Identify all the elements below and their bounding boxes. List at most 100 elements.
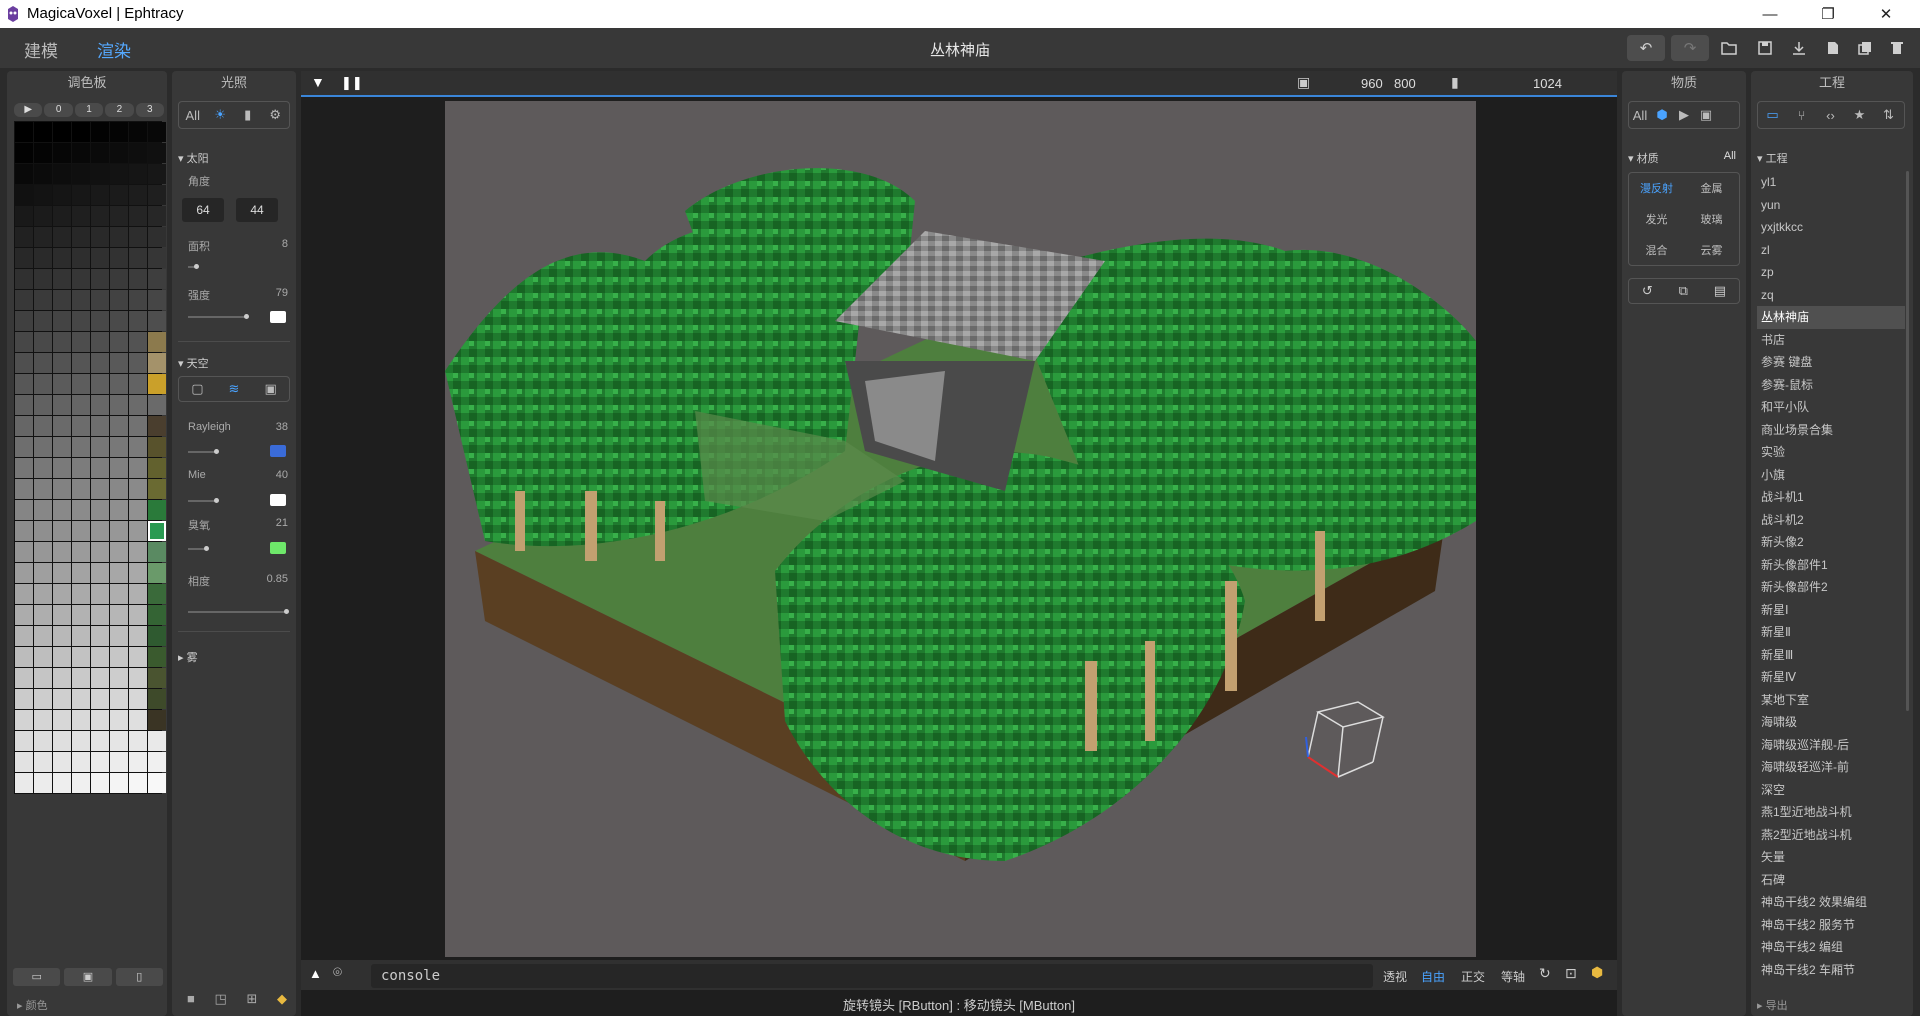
material-diffuse[interactable]: 漫反射: [1640, 180, 1673, 196]
palette-swatch[interactable]: [148, 227, 166, 247]
palette-swatch[interactable]: [15, 185, 33, 205]
view-free[interactable]: 自由: [1421, 968, 1445, 985]
ozone-slider[interactable]: [188, 546, 209, 551]
palette-swatch[interactable]: [110, 311, 128, 331]
image-icon[interactable]: ▣: [1297, 74, 1310, 91]
palette-swatch[interactable]: [72, 122, 90, 142]
rayleigh-value[interactable]: 38: [276, 421, 288, 433]
palette-swatch[interactable]: [129, 521, 147, 541]
palette-swatch[interactable]: [34, 311, 52, 331]
palette-swatch[interactable]: [110, 269, 128, 289]
palette-swatch[interactable]: [34, 479, 52, 499]
palette-swatch[interactable]: [148, 584, 166, 604]
mie-slider-knob[interactable]: [214, 498, 219, 503]
palette-swatch[interactable]: [34, 647, 52, 667]
palette-swatch[interactable]: [129, 584, 147, 604]
project-list-item[interactable]: 参赛 键盘: [1757, 351, 1905, 374]
palette-swatch[interactable]: [148, 521, 166, 541]
palette-swatch[interactable]: [129, 374, 147, 394]
video-camera-icon[interactable]: ▶: [1673, 107, 1695, 123]
palette-swatch[interactable]: [110, 521, 128, 541]
palette-swatch[interactable]: [34, 584, 52, 604]
project-list-item[interactable]: yxjtkkcc: [1757, 216, 1905, 239]
palette-swatch[interactable]: [15, 647, 33, 667]
palette-swatch[interactable]: [148, 416, 166, 436]
sky-flat-icon[interactable]: ▢: [179, 381, 216, 397]
palette-swatch[interactable]: [129, 458, 147, 478]
intensity-slider-knob[interactable]: [244, 314, 249, 319]
palette-tab-2[interactable]: 2: [105, 103, 134, 117]
palette-swatch[interactable]: [148, 542, 166, 562]
palette-swatch[interactable]: [34, 185, 52, 205]
palette-swatch[interactable]: [91, 668, 109, 688]
palette-save-icon[interactable]: ▣: [64, 968, 112, 986]
tab-render[interactable]: 渲染: [97, 37, 131, 62]
palette-swatch[interactable]: [72, 500, 90, 520]
palette-swatch[interactable]: [53, 500, 71, 520]
palette-swatch[interactable]: [148, 311, 166, 331]
palette-swatch[interactable]: [72, 227, 90, 247]
palette-swatch[interactable]: [53, 773, 71, 793]
palette-swatch[interactable]: [72, 290, 90, 310]
palette-swatch[interactable]: [34, 731, 52, 751]
palette-swatch[interactable]: [148, 689, 166, 709]
palette-swatch[interactable]: [72, 164, 90, 184]
palette-swatch[interactable]: [15, 773, 33, 793]
view-perspective[interactable]: 透视: [1383, 968, 1407, 985]
pause-icon[interactable]: ❚❚: [341, 75, 363, 91]
palette-swatch[interactable]: [34, 605, 52, 625]
palette-tab-play[interactable]: ▶: [14, 103, 43, 117]
palette-swatch[interactable]: [110, 542, 128, 562]
palette-swatch[interactable]: [53, 269, 71, 289]
palette-swatch[interactable]: [53, 248, 71, 268]
palette-swatch[interactable]: [129, 290, 147, 310]
palette-swatch[interactable]: [72, 752, 90, 772]
star-icon[interactable]: ★: [1845, 107, 1874, 123]
palette-swatch[interactable]: [53, 458, 71, 478]
project-list-item[interactable]: 新头像2: [1757, 531, 1905, 554]
palette-swatch[interactable]: [148, 731, 166, 751]
angle-x-input[interactable]: 64: [182, 198, 224, 222]
rotate-icon[interactable]: ↻: [1539, 965, 1551, 982]
project-list-item[interactable]: 海啸级: [1757, 711, 1905, 734]
palette-swatch[interactable]: [129, 227, 147, 247]
palette-swatch[interactable]: [53, 353, 71, 373]
palette-swatch[interactable]: [72, 437, 90, 457]
palette-swatch[interactable]: [53, 605, 71, 625]
palette-swatch[interactable]: [91, 647, 109, 667]
palette-swatch[interactable]: [72, 731, 90, 751]
palette-swatch[interactable]: [110, 479, 128, 499]
palette-grid[interactable]: [14, 121, 166, 794]
palette-swatch[interactable]: [110, 353, 128, 373]
save-icon[interactable]: [1750, 35, 1780, 61]
palette-swatch[interactable]: [148, 605, 166, 625]
palette-swatch[interactable]: [15, 668, 33, 688]
palette-swatch[interactable]: [110, 416, 128, 436]
palette-swatch[interactable]: [72, 248, 90, 268]
palette-swatch[interactable]: [129, 689, 147, 709]
code-icon[interactable]: ‹›: [1816, 108, 1845, 123]
palette-swatch[interactable]: [129, 248, 147, 268]
palette-swatch[interactable]: [34, 521, 52, 541]
palette-swatch[interactable]: [110, 185, 128, 205]
palette-swatch[interactable]: [53, 668, 71, 688]
fog-section-header[interactable]: ▸ 雾: [178, 649, 198, 665]
palette-swatch[interactable]: [129, 269, 147, 289]
palette-swatch[interactable]: [53, 374, 71, 394]
area-value[interactable]: 8: [282, 238, 288, 250]
palette-swatch[interactable]: [34, 206, 52, 226]
palette-swatch[interactable]: [34, 332, 52, 352]
palette-swatch[interactable]: [148, 626, 166, 646]
palette-swatch[interactable]: [15, 626, 33, 646]
palette-swatch[interactable]: [148, 248, 166, 268]
palette-swatch[interactable]: [15, 752, 33, 772]
palette-swatch[interactable]: [110, 584, 128, 604]
palette-swatch[interactable]: [91, 689, 109, 709]
phase-slider[interactable]: [188, 609, 289, 614]
area-slider[interactable]: [188, 264, 199, 269]
palette-swatch[interactable]: [15, 563, 33, 583]
palette-swatch[interactable]: [53, 689, 71, 709]
paste-icon[interactable]: ▤: [1714, 283, 1726, 299]
filter-all[interactable]: All: [179, 108, 207, 123]
palette-swatch[interactable]: [110, 668, 128, 688]
